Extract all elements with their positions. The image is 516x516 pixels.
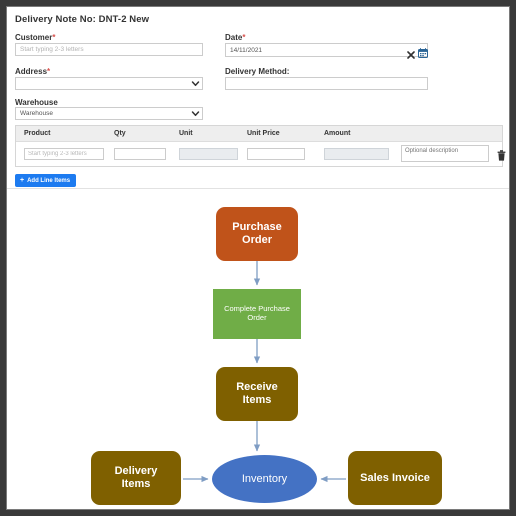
column-header-qty: Qty: [114, 130, 126, 137]
page-title: Delivery Note No: DNT-2 New: [15, 14, 150, 25]
line-amount-input: [324, 148, 389, 160]
column-header-unit: Unit: [179, 130, 193, 137]
delivery-method-input[interactable]: [225, 77, 428, 90]
customer-label-text: Customer: [15, 33, 53, 42]
flow-node-sales-invoice[interactable]: Sales Invoice: [348, 451, 442, 505]
line-qty-input[interactable]: [114, 148, 166, 160]
application-window: Delivery Note No: DNT-2 New Customer* Da…: [6, 6, 510, 510]
calendar-icon[interactable]: [418, 45, 428, 58]
flow-node-complete-purchase-order-line2: Order: [247, 313, 267, 322]
customer-input[interactable]: [15, 43, 203, 56]
required-indicator: *: [52, 33, 56, 42]
flow-node-purchase-order-line2: Order: [242, 234, 272, 246]
address-label: Address*: [15, 67, 50, 76]
flow-node-purchase-order[interactable]: Purchase Order: [216, 207, 298, 261]
flow-node-delivery-items-line1: Delivery: [114, 465, 158, 478]
flow-node-inventory[interactable]: Inventory: [212, 455, 317, 503]
flow-node-receive-items-line1: Receive: [236, 381, 278, 394]
flow-node-inventory-label: Inventory: [241, 472, 288, 485]
flow-node-delivery-items-line2: Items: [121, 478, 151, 490]
line-items-header-row: Product Qty Unit Unit Price Amount: [16, 126, 502, 142]
add-line-items-button[interactable]: + Add Line Items: [15, 174, 77, 187]
process-flow-diagram: Purchase Order Complete Purchase Order R…: [7, 189, 509, 509]
close-icon[interactable]: [407, 46, 415, 59]
required-indicator: *: [242, 33, 246, 42]
line-unit-input: [179, 148, 238, 160]
date-label-text: Date: [225, 33, 243, 42]
column-header-product: Product: [24, 130, 51, 137]
flow-node-delivery-items[interactable]: Delivery Items: [91, 451, 181, 505]
delivery-method-label: Delivery Method:: [225, 67, 290, 76]
flow-node-purchase-order-line1: Purchase: [232, 221, 282, 234]
add-line-items-label: Add Line Items: [27, 177, 71, 184]
line-unit-price-input[interactable]: [247, 148, 305, 160]
flow-node-complete-purchase-order[interactable]: Complete Purchase Order: [213, 289, 301, 339]
delivery-note-form: Delivery Note No: DNT-2 New Customer* Da…: [7, 7, 509, 189]
date-label: Date*: [225, 33, 245, 42]
line-items-table: Product Qty Unit Unit Price Amount: [15, 125, 506, 167]
trash-icon[interactable]: [497, 148, 506, 161]
line-product-input[interactable]: [24, 148, 104, 160]
flow-node-receive-items-line2: Items: [242, 394, 272, 406]
plus-icon: +: [20, 177, 25, 184]
warehouse-label: Warehouse: [15, 98, 58, 107]
address-select[interactable]: [15, 77, 203, 90]
warehouse-select[interactable]: [15, 107, 203, 120]
line-description-textarea[interactable]: [401, 145, 489, 162]
customer-label: Customer*: [15, 33, 55, 42]
address-label-text: Address: [15, 67, 48, 76]
column-header-amount: Amount: [324, 130, 351, 137]
date-input[interactable]: [225, 43, 428, 57]
flow-node-sales-invoice-label: Sales Invoice: [360, 471, 430, 484]
required-indicator: *: [47, 67, 51, 76]
flow-node-receive-items[interactable]: Receive Items: [216, 367, 298, 421]
column-header-unit-price: Unit Price: [247, 130, 280, 137]
